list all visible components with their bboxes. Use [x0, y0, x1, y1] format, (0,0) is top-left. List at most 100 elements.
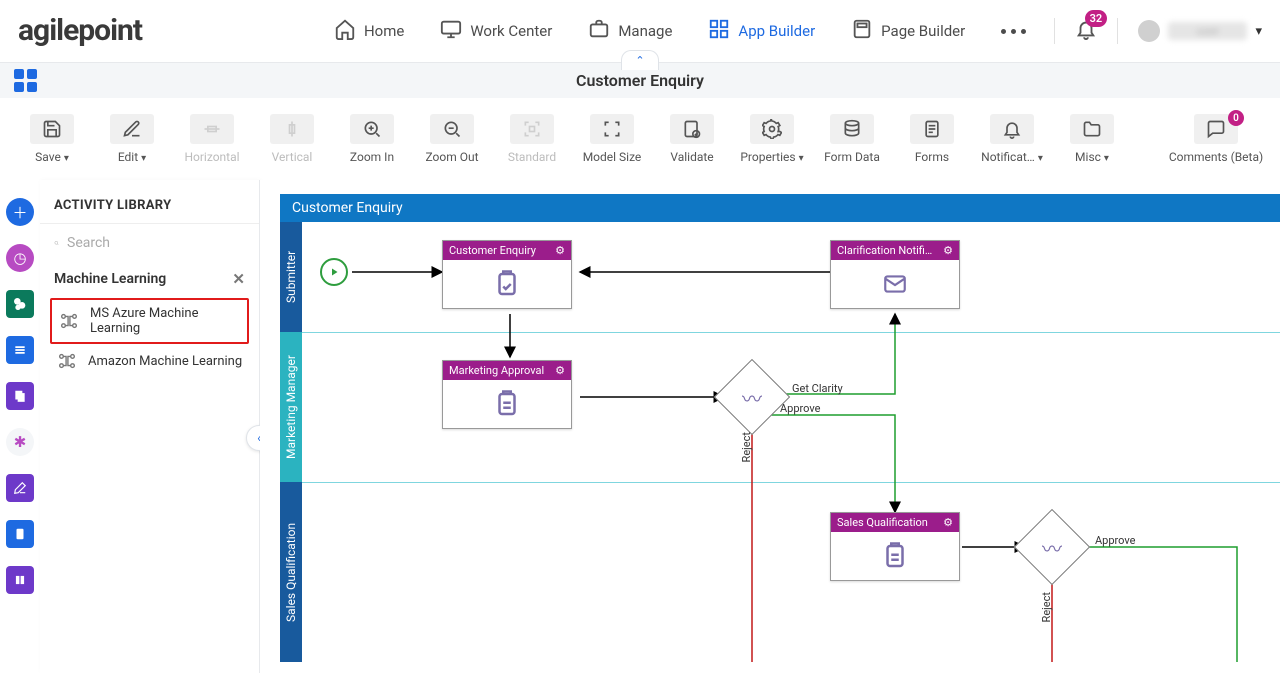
divider — [1117, 18, 1118, 44]
edit-icon — [110, 114, 154, 144]
rail-item-3[interactable] — [6, 336, 34, 364]
canvas[interactable]: Submitter Marketing Manager Sales Qualif… — [280, 222, 1280, 662]
user-menu[interactable]: user ▾ — [1138, 20, 1262, 42]
logo: agilepoint — [18, 16, 142, 46]
user-name: user — [1168, 22, 1247, 40]
clipboard-icon — [443, 380, 571, 428]
nav-app-builder[interactable]: App Builder — [708, 18, 815, 44]
database-icon — [830, 114, 874, 144]
nav-home-label: Home — [364, 22, 404, 40]
main: ＋ ◷ ✱ ACTIVITY LIBRARY Mach — [0, 180, 1280, 673]
rail-add[interactable]: ＋ — [6, 198, 34, 226]
canvas-banner: Customer Enquiry — [280, 194, 1280, 222]
rail-item-selected[interactable]: ✱ — [6, 428, 34, 456]
edge-reject-2: Reject — [1040, 592, 1053, 622]
clipboard-check-icon — [443, 260, 571, 308]
standard-button[interactable]: Standard — [494, 106, 570, 172]
lib-item-label: MS Azure Machine Learning — [90, 306, 241, 336]
notif-badge: 32 — [1085, 10, 1108, 27]
edge-get-clarity: Get Clarity — [792, 382, 843, 395]
save-button[interactable]: Save▾ — [14, 106, 90, 172]
edge-approve-2: Approve — [1095, 534, 1135, 547]
library-header: ACTIVITY LIBRARY — [40, 180, 259, 223]
nav-manage[interactable]: Manage — [588, 18, 672, 44]
edit-button[interactable]: Edit▾ — [94, 106, 170, 172]
nav-work-center[interactable]: Work Center — [440, 18, 552, 44]
library-search[interactable] — [40, 228, 259, 262]
process-title: Customer Enquiry — [576, 71, 704, 90]
model-size-icon — [590, 114, 634, 144]
canvas-wrap: Customer Enquiry Submitter Marketing Man… — [260, 180, 1280, 673]
process-title-bar: ⌃ Customer Enquiry — [0, 62, 1280, 98]
rail-sharepoint[interactable] — [6, 290, 34, 318]
gear-icon[interactable]: ⚙ — [943, 516, 953, 529]
clear-category[interactable]: ✕ — [232, 270, 245, 288]
rail-item-6[interactable] — [6, 474, 34, 502]
node-sales-qualification[interactable]: Sales Qualification ⚙ — [830, 512, 960, 581]
home-icon — [334, 18, 356, 44]
comments-button[interactable]: 0 Comments (Beta) — [1166, 106, 1266, 172]
validate-icon — [670, 114, 714, 144]
lib-item-azure-ml[interactable]: MS Azure Machine Learning — [50, 298, 249, 344]
rail-item-8[interactable] — [6, 566, 34, 594]
lane-sales[interactable]: Sales Qualification — [280, 482, 302, 662]
rail-item-7[interactable] — [6, 520, 34, 548]
library-category: Machine Learning ✕ — [40, 262, 259, 296]
node-marketing-approval[interactable]: Marketing Approval ⚙ — [442, 360, 572, 429]
folder-icon — [1070, 114, 1114, 144]
lib-item-amazon-ml[interactable]: Amazon Machine Learning — [50, 344, 249, 378]
lane-submitter[interactable]: Submitter — [280, 222, 302, 332]
zoom-out-button[interactable]: Zoom Out — [414, 106, 490, 172]
notifications-button[interactable]: 32 — [1075, 18, 1097, 44]
zoom-in-icon — [350, 114, 394, 144]
ml-icon — [56, 350, 78, 372]
edge-approve-1: Approve — [780, 402, 820, 415]
validate-button[interactable]: Validate — [654, 106, 730, 172]
gear-icon[interactable]: ⚙ — [943, 244, 953, 257]
start-node[interactable] — [320, 258, 348, 286]
nav-wc-label: Work Center — [470, 22, 552, 40]
bell-icon — [990, 114, 1034, 144]
zoom-in-button[interactable]: Zoom In — [334, 106, 410, 172]
vertical-button[interactable]: Vertical — [254, 106, 330, 172]
search-input[interactable] — [67, 235, 245, 251]
nav-page-builder[interactable]: Page Builder — [851, 18, 965, 44]
forms-icon — [910, 114, 954, 144]
node-customer-enquiry[interactable]: Customer Enquiry ⚙ — [442, 240, 572, 309]
gear-icon[interactable]: ⚙ — [555, 244, 565, 257]
rail-item-1[interactable]: ◷ — [6, 244, 34, 272]
grid-icon — [708, 18, 730, 44]
model-size-button[interactable]: Model Size — [574, 106, 650, 172]
nav-home[interactable]: Home — [334, 18, 404, 44]
form-data-button[interactable]: Form Data — [814, 106, 890, 172]
lane-marketing[interactable]: Marketing Manager — [280, 332, 302, 482]
gear-icon[interactable]: ⚙ — [555, 364, 565, 377]
nav-ab-label: App Builder — [738, 22, 815, 40]
briefcase-icon — [588, 18, 610, 44]
notifications-button[interactable]: Notificat…▾ — [974, 106, 1050, 172]
properties-button[interactable]: Properties▾ — [734, 106, 810, 172]
apps-icon[interactable] — [14, 69, 37, 92]
misc-button[interactable]: Misc▾ — [1054, 106, 1130, 172]
rail-item-4[interactable] — [6, 382, 34, 410]
toolbar: Save▾ Edit▾ Horizontal Vertical Zoom In — [0, 98, 1280, 180]
lib-item-label: Amazon Machine Learning — [88, 354, 242, 369]
divider — [1054, 18, 1055, 44]
horizontal-button[interactable]: Horizontal — [174, 106, 250, 172]
nav-manage-label: Manage — [618, 22, 672, 40]
align-vertical-icon — [270, 114, 314, 144]
monitor-icon — [440, 18, 462, 44]
activity-library: ACTIVITY LIBRARY Machine Learning ✕ MS A… — [40, 180, 260, 673]
clipboard-icon — [831, 532, 959, 580]
node-clarification-notif[interactable]: Clarification Notifi… ⚙ — [830, 240, 960, 309]
align-horizontal-icon — [190, 114, 234, 144]
zoom-out-icon — [430, 114, 474, 144]
nav-more[interactable] — [1001, 29, 1026, 34]
chat-icon: 0 — [1194, 114, 1238, 144]
mail-icon — [831, 260, 959, 308]
forms-button[interactable]: Forms — [894, 106, 970, 172]
collapse-toolbar-button[interactable]: ⌃ — [621, 50, 659, 70]
ml-icon — [58, 310, 80, 332]
page-icon — [851, 18, 873, 44]
fit-standard-icon — [510, 114, 554, 144]
